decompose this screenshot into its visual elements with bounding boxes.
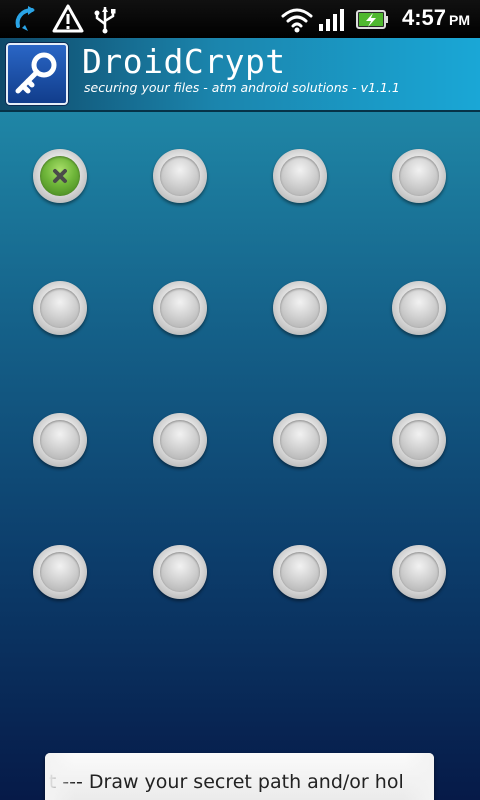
warning-icon xyxy=(52,4,84,33)
app-header: DroidCrypt securing your files - atm and… xyxy=(0,38,480,112)
pattern-dot[interactable] xyxy=(273,413,327,467)
clock-ampm: PM xyxy=(449,12,470,28)
battery-charging-icon xyxy=(356,10,388,29)
app-logo xyxy=(6,43,68,105)
app-subtitle: securing your files - atm android soluti… xyxy=(84,80,400,95)
pattern-dot[interactable] xyxy=(392,281,446,335)
key-icon xyxy=(15,52,57,94)
pattern-dot[interactable] xyxy=(153,149,207,203)
call-forward-icon xyxy=(15,6,35,31)
toast-message: mit --- Draw your secret path and/or hol xyxy=(45,753,434,800)
pattern-dot[interactable] xyxy=(392,413,446,467)
toast-fade-right xyxy=(404,753,434,800)
pattern-dot[interactable] xyxy=(153,545,207,599)
pattern-dot[interactable] xyxy=(153,281,207,335)
pattern-dot[interactable] xyxy=(392,545,446,599)
usb-icon xyxy=(94,7,116,34)
clock-time: 4:57 xyxy=(401,5,446,30)
pattern-dot[interactable] xyxy=(273,149,327,203)
pattern-lock-area[interactable]: mit --- Draw your secret path and/or hol xyxy=(0,112,480,800)
pattern-dot[interactable] xyxy=(33,413,87,467)
pattern-dot[interactable] xyxy=(153,413,207,467)
pattern-dot[interactable] xyxy=(392,149,446,203)
pattern-dot[interactable] xyxy=(33,281,87,335)
wifi-icon xyxy=(281,8,313,33)
clock: 4:57 PM xyxy=(402,5,470,31)
pattern-dot[interactable] xyxy=(273,545,327,599)
pattern-dot[interactable] xyxy=(273,281,327,335)
toast-fade-left xyxy=(45,753,75,800)
signal-icon xyxy=(319,9,344,31)
app-title: DroidCrypt xyxy=(82,42,286,81)
x-mark-icon xyxy=(53,169,67,183)
pattern-dot[interactable] xyxy=(33,545,87,599)
pattern-dot[interactable] xyxy=(33,149,87,203)
toast-text: mit --- Draw your secret path and/or hol xyxy=(45,771,404,793)
status-bar: 4:57 PM xyxy=(0,0,480,38)
